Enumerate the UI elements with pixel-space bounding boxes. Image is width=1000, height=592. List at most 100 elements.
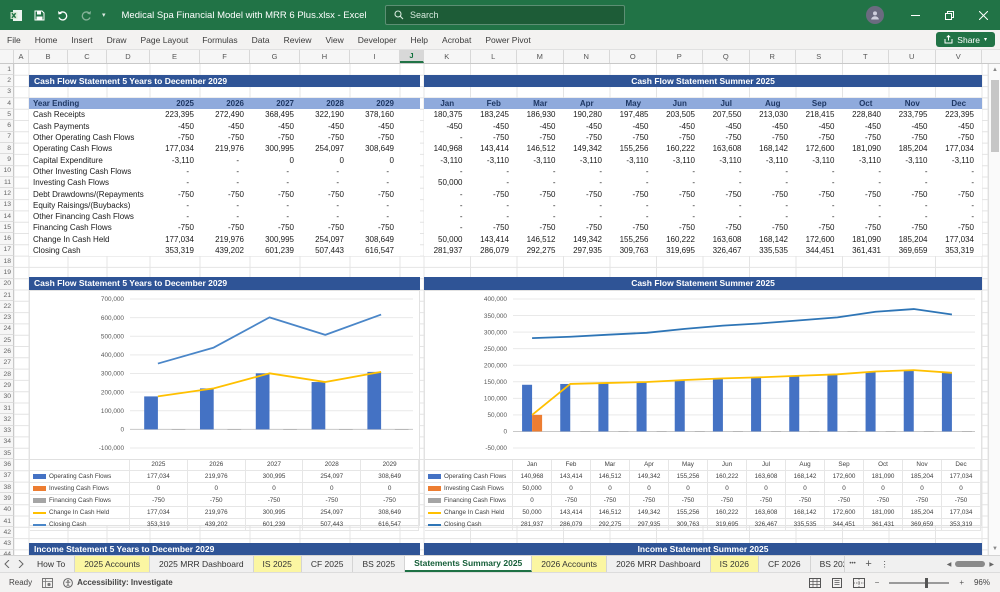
row-filler[interactable] (400, 188, 420, 199)
menu-tab-file[interactable]: File (0, 30, 28, 50)
menu-tab-page-layout[interactable]: Page Layout (134, 30, 196, 50)
row-header-11[interactable]: 11 (0, 176, 14, 189)
avatar[interactable] (866, 6, 884, 24)
row-header-29[interactable]: 29 (0, 380, 14, 392)
statement-cell[interactable]: -3,110 (610, 154, 657, 165)
row-filler[interactable] (400, 121, 420, 132)
statement-cell[interactable]: 160,222 (657, 234, 704, 245)
statement-cell[interactable]: 369,659 (889, 245, 936, 256)
statement-row-label[interactable]: Operating Cash Flows (29, 143, 150, 154)
statement-cell[interactable]: -750 (150, 188, 200, 199)
row-header-24[interactable]: 24 (0, 323, 14, 336)
row-filler[interactable] (400, 143, 420, 154)
scroll-up-icon[interactable]: ▲ (989, 64, 1000, 76)
column-header-A[interactable]: A (14, 50, 29, 63)
statement-cell[interactable]: -3,110 (657, 154, 704, 165)
row-header-32[interactable]: 32 (0, 414, 14, 426)
statement-cell[interactable]: 326,467 (703, 245, 750, 256)
statement-cell[interactable]: - (889, 177, 936, 188)
tab-overflow-button[interactable]: ••• (845, 556, 861, 572)
statement-cell[interactable]: 322,190 (300, 109, 350, 120)
statement-cell[interactable]: -750 (250, 132, 300, 143)
statement-cell[interactable]: -750 (703, 188, 750, 199)
statement-cell[interactable]: -750 (564, 188, 611, 199)
column-header-S[interactable]: S (796, 50, 843, 63)
statement-cell[interactable]: 308,649 (350, 143, 400, 154)
statement-cell[interactable]: -750 (889, 222, 936, 233)
statement-cell[interactable]: 177,034 (150, 143, 200, 154)
statement-cell[interactable]: - (150, 166, 200, 177)
column-header-I[interactable]: I (350, 50, 400, 63)
statement-cell[interactable]: -750 (889, 132, 936, 143)
statement-cell[interactable]: - (350, 166, 400, 177)
row-header-1[interactable]: 1 (0, 64, 14, 76)
chart-object-right[interactable]: -50,000 0 50,000 100,000 150,000 200,000 250,0… (424, 289, 982, 532)
statement-row-label[interactable]: Debt Drawdowns/(Repayments (29, 188, 150, 199)
statement-row-label[interactable]: Cash Receipts (29, 109, 150, 120)
statement-cell[interactable]: 223,395 (150, 109, 200, 120)
statement-cell[interactable]: - (424, 200, 471, 211)
statement-cell[interactable]: 140,968 (424, 143, 471, 154)
statement-cell[interactable]: - (750, 177, 797, 188)
statement-cell[interactable]: -450 (424, 121, 471, 132)
statement-cell[interactable]: - (936, 211, 983, 222)
spreadsheet-area[interactable]: 1 2 3 4 5 6 7 8 9 10 11 12 13 14 15 16 17 18 19 20 21 22 23 24 2… (0, 64, 1000, 555)
row-headers[interactable]: 1 2 3 4 5 6 7 8 9 10 11 12 13 14 15 16 17 18 19 20 21 22 23 24 2… (0, 64, 14, 555)
statement-cell[interactable]: -3,110 (936, 154, 983, 165)
statement-cell[interactable]: -750 (889, 188, 936, 199)
statement-cell[interactable]: -750 (796, 222, 843, 233)
statement-cell[interactable]: -450 (889, 121, 936, 132)
sheet-tab-2025-mrr-dashboard[interactable]: 2025 MRR Dashboard (150, 556, 254, 572)
column-header-C[interactable]: C (68, 50, 107, 63)
row-filler[interactable] (400, 211, 420, 222)
row-header-42[interactable]: 42 (0, 527, 14, 539)
zoom-out-icon[interactable]: − (875, 578, 880, 587)
statement-cell[interactable]: -3,110 (517, 154, 564, 165)
menu-tab-acrobat[interactable]: Acrobat (435, 30, 478, 50)
row-header-30[interactable]: 30 (0, 391, 14, 403)
undo-icon[interactable] (56, 9, 69, 22)
statement-cell[interactable]: - (843, 211, 890, 222)
statement-cell[interactable]: - (610, 177, 657, 188)
statement-cell[interactable]: -3,110 (703, 154, 750, 165)
statement-cell[interactable]: -750 (300, 132, 350, 143)
statement-cell[interactable]: 439,202 (200, 245, 250, 256)
statement-cell[interactable]: -3,110 (471, 154, 518, 165)
column-header-Q[interactable]: Q (703, 50, 750, 63)
statement-cell[interactable]: -750 (517, 222, 564, 233)
statement-cell[interactable]: 177,034 (936, 143, 983, 154)
row-header-19[interactable]: 19 (0, 267, 14, 279)
accessibility-status[interactable]: Accessibility: Investigate (77, 578, 173, 587)
statement-cell[interactable]: - (300, 166, 350, 177)
row-header-43[interactable]: 43 (0, 538, 14, 550)
menu-tab-power-pivot[interactable]: Power Pivot (478, 30, 537, 50)
minimize-button[interactable] (898, 0, 932, 30)
statement-cell[interactable]: -750 (843, 222, 890, 233)
statement-cell[interactable]: 254,097 (300, 143, 350, 154)
statement-cell[interactable]: 155,256 (610, 143, 657, 154)
statement-cell[interactable]: 155,256 (610, 234, 657, 245)
statement-table-years[interactable]: Cash Receipts 223,395 272,490 368,495 322,19… (29, 109, 420, 257)
sheet-tab-is-2026[interactable]: IS 2026 (710, 556, 759, 572)
statement-row-label[interactable]: Capital Expenditure (29, 154, 150, 165)
statement-cell[interactable]: - (471, 177, 518, 188)
statement-cell[interactable]: -450 (610, 121, 657, 132)
statement-cell[interactable]: -750 (750, 188, 797, 199)
row-header-37[interactable]: 37 (0, 470, 14, 482)
sheet-tab-2026-mrr-dashboard[interactable]: 2026 MRR Dashboard (607, 556, 711, 572)
statement-cell[interactable]: 309,763 (610, 245, 657, 256)
statement-cell[interactable]: 223,395 (936, 109, 983, 120)
year-header[interactable]: 2029 (350, 99, 400, 108)
statement-cell[interactable]: 286,079 (471, 245, 518, 256)
row-header-25[interactable]: 25 (0, 335, 14, 347)
month-header[interactable]: Apr (564, 99, 611, 108)
chart-object-left[interactable]: -100,000 0 100,000 200,000 300,000 400,000 500… (29, 289, 420, 532)
year-header[interactable]: 2028 (300, 99, 350, 108)
cashflow-banner-left[interactable]: Cash Flow Statement 5 Years to December … (29, 75, 420, 87)
statement-row-label[interactable]: Other Financing Cash Flows (29, 211, 150, 222)
statement-cell[interactable]: - (657, 166, 704, 177)
statement-cell[interactable]: - (250, 200, 300, 211)
statement-cell[interactable]: -450 (350, 121, 400, 132)
statement-cell[interactable]: - (250, 166, 300, 177)
statement-cell[interactable]: - (610, 200, 657, 211)
